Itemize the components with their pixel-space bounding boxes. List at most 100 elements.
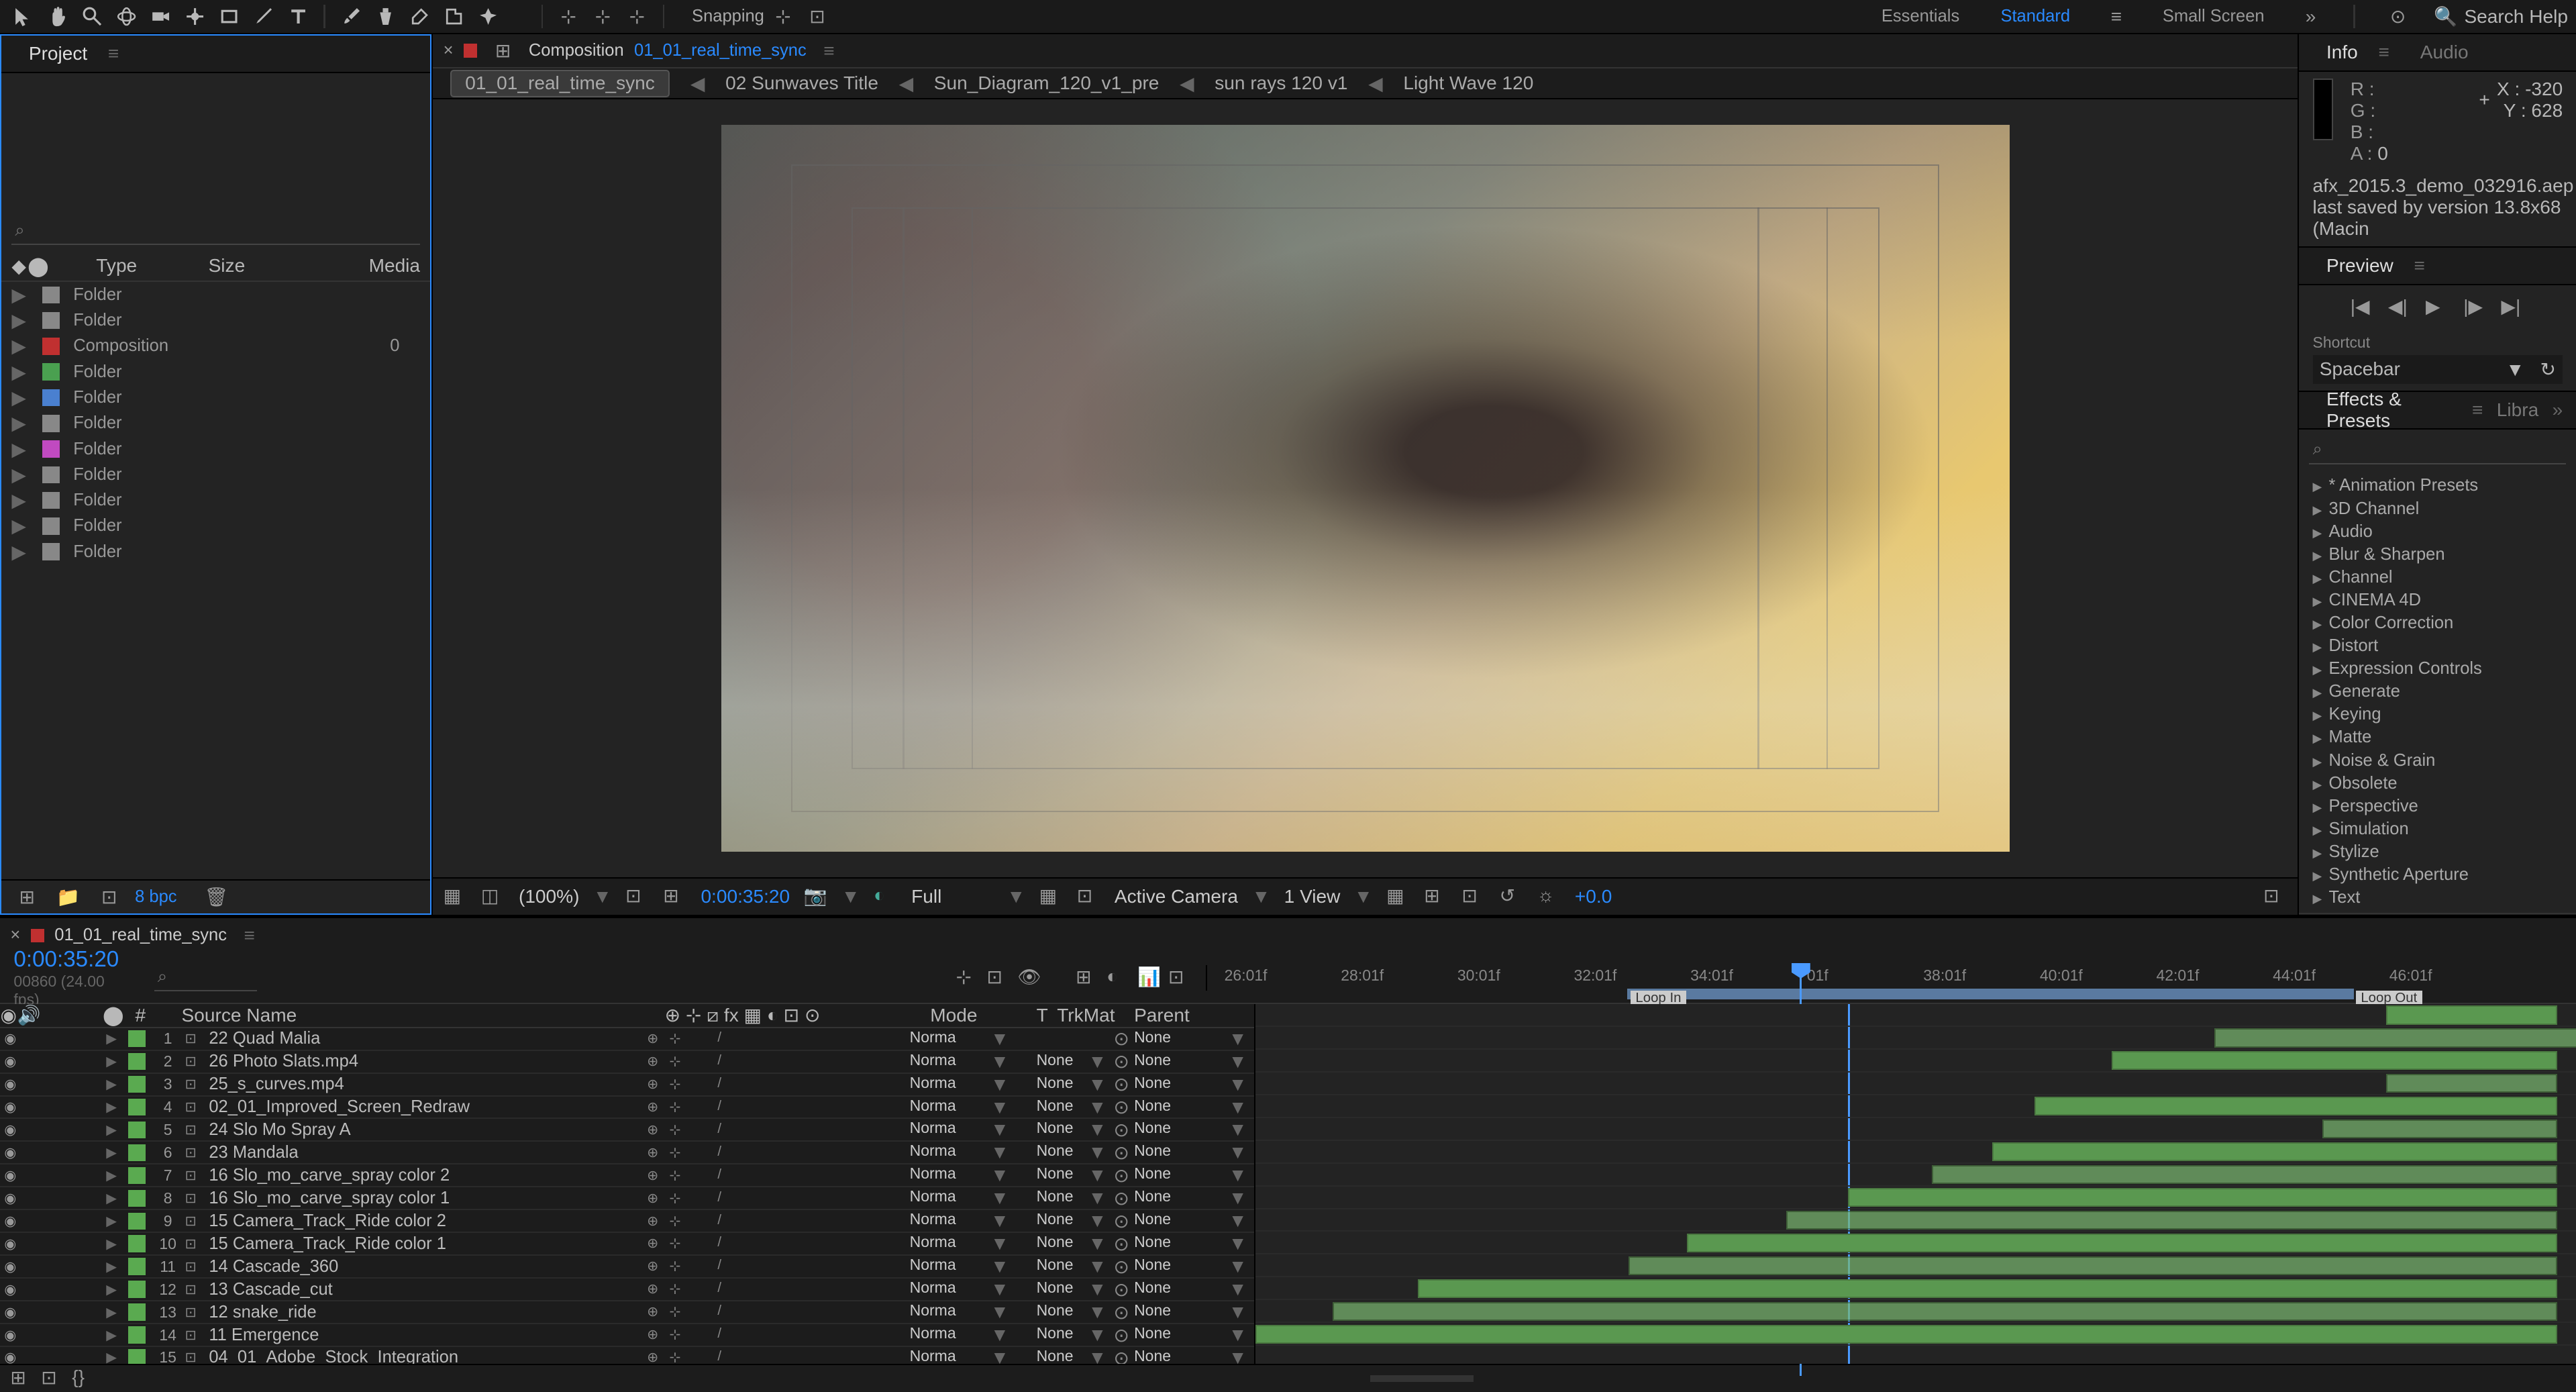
layer-row[interactable]: ◉ ▶ 10 ⊡ 15 Camera_Track_Ride color 1 ⊕⊹… [0, 1233, 1254, 1256]
project-item[interactable]: ▶Folder [1, 282, 430, 307]
comp-mini-flowchart-icon[interactable]: ⊹ [956, 966, 980, 990]
project-item[interactable]: ▶Folder [1, 385, 430, 410]
layer-row[interactable]: ◉ ▶ 11 ⊡ 14 Cascade_360 ⊕⊹/ Norma▼ None▼… [0, 1256, 1254, 1279]
new-comp-icon[interactable]: ⊡ [94, 882, 125, 913]
layer-bar[interactable] [1418, 1279, 2557, 1298]
delete-icon[interactable]: 🗑 [201, 882, 231, 913]
type-tool-icon[interactable] [282, 1, 313, 32]
layer-bar[interactable] [2386, 1074, 2557, 1093]
layer-row[interactable]: ◉ ▶ 12 ⊡ 13 Cascade_cut ⊕⊹/ Norma▼ None▼… [0, 1279, 1254, 1301]
viewer[interactable] [433, 99, 2298, 877]
view-layout-icon[interactable]: ▦ [1039, 885, 1064, 909]
comp-flowchart-icon[interactable]: ⊞ [488, 36, 519, 66]
snapshot-icon[interactable]: 📷 [804, 885, 828, 909]
timeline-zoom-slider[interactable] [1370, 1375, 1473, 1382]
brainstorm-icon[interactable]: ⊡ [1168, 966, 1192, 990]
graph-editor-icon[interactable]: 📊 [1137, 966, 1162, 990]
project-item[interactable]: ▶Folder [1, 462, 430, 487]
effect-category[interactable]: Matte [2299, 726, 2576, 749]
bpc-button[interactable]: 8 bpc [135, 887, 176, 907]
roto-brush-tool-icon[interactable] [438, 1, 469, 32]
time-ruler[interactable]: Loop In Loop Out 26:01f28:01f30:01f32:01… [1207, 965, 2576, 991]
effect-category[interactable]: Perspective [2299, 795, 2576, 817]
layer-bar[interactable] [2386, 1005, 2557, 1024]
reset-exposure-icon[interactable]: ↺ [1500, 885, 1524, 909]
effects-tab[interactable]: Effects & Presets [2313, 383, 2465, 436]
layer-row[interactable]: ◉ ▶ 4 ⊡ 02_01_Improved_Screen_Redraw ⊕⊹/… [0, 1097, 1254, 1120]
snapping-toggle-icon[interactable]: ⊹ [768, 1, 798, 32]
layer-bar[interactable] [2112, 1051, 2557, 1070]
view-count[interactable]: 1 View [1284, 886, 1341, 907]
effect-category[interactable]: Noise & Grain [2299, 749, 2576, 772]
always-preview-icon[interactable]: ▦ [444, 885, 468, 909]
effect-category[interactable]: Synthetic Aperture [2299, 863, 2576, 886]
layer-bars-area[interactable] [1254, 1004, 2576, 1364]
project-item[interactable]: ▶Folder [1, 487, 430, 513]
effect-category[interactable]: Blur & Sharpen [2299, 543, 2576, 566]
resolution[interactable]: Full [911, 886, 941, 907]
effect-category[interactable]: Channel [2299, 566, 2576, 589]
maximize-icon[interactable]: ⊡ [2263, 885, 2287, 909]
project-item[interactable]: ▶Folder [1, 539, 430, 564]
project-item[interactable]: ▶Folder [1, 436, 430, 462]
axis-local-icon[interactable]: ⊹ [553, 1, 584, 32]
zoom-level[interactable]: (100%) [519, 886, 580, 907]
layer-bar[interactable] [2322, 1120, 2557, 1138]
timeline-timecode[interactable]: 0:00:35:20 [0, 947, 137, 973]
snapping-label[interactable]: Snapping [692, 7, 764, 26]
exposure-icon[interactable]: ☼ [1537, 885, 1561, 909]
hand-tool-icon[interactable] [43, 1, 74, 32]
transparency-grid-icon[interactable]: ◫ [481, 885, 505, 909]
snapping-options-icon[interactable]: ⊡ [802, 1, 833, 32]
effect-category[interactable]: Generate [2299, 681, 2576, 703]
layer-bar[interactable] [1848, 1188, 2557, 1207]
layer-bar[interactable] [1687, 1234, 2557, 1252]
comp-panel-menu-icon[interactable]: ≡ [823, 40, 834, 62]
toggle-modes-icon[interactable]: ⊡ [41, 1366, 65, 1391]
zoom-tool-icon[interactable] [77, 1, 108, 32]
effect-category[interactable]: Audio [2299, 520, 2576, 543]
workspace-small-screen[interactable]: Small Screen [2153, 3, 2275, 30]
effect-category[interactable]: Keying [2299, 703, 2576, 726]
project-item[interactable]: ▶Folder [1, 411, 430, 436]
project-tab[interactable]: Project [15, 38, 101, 69]
pixel-aspect-icon[interactable]: ⊡ [1077, 885, 1101, 909]
project-item[interactable]: ▶Folder [1, 359, 430, 385]
project-item[interactable]: ▶Composition0 [1, 334, 430, 359]
effect-category[interactable]: * Animation Presets [2299, 475, 2576, 497]
libraries-tab[interactable]: Libra [2483, 394, 2552, 426]
effects-search-input[interactable] [2309, 436, 2566, 464]
effect-category[interactable]: Color Correction [2299, 611, 2576, 634]
col-size[interactable]: Size [209, 255, 369, 277]
flowchart-icon[interactable]: ⊡ [1461, 885, 1486, 909]
axis-view-icon[interactable]: ⊹ [621, 1, 652, 32]
layer-row[interactable]: ◉ ▶ 13 ⊡ 12 snake_ride ⊕⊹/ Norma▼ None▼ … [0, 1301, 1254, 1324]
effect-category[interactable]: Expression Controls [2299, 658, 2576, 681]
workspace-essentials[interactable]: Essentials [1871, 3, 1970, 30]
breadcrumb-item[interactable]: Sun_Diagram_120_v1_pre [934, 72, 1160, 94]
layer-bar[interactable] [1255, 1325, 2557, 1344]
breadcrumb-item[interactable]: sun rays 120 v1 [1215, 72, 1347, 94]
frame-blend-icon[interactable]: ⊞ [1076, 966, 1100, 990]
timeline-search-input[interactable] [154, 964, 257, 991]
exposure-value[interactable]: +0.0 [1575, 886, 1612, 907]
first-frame-icon[interactable]: |◀ [2351, 295, 2375, 316]
channel-icon[interactable]: ◐ [874, 885, 898, 909]
project-item[interactable]: ▶Folder [1, 513, 430, 539]
col-media[interactable]: Media [369, 255, 420, 277]
col-type[interactable]: Type [96, 255, 208, 277]
layer-row[interactable]: ◉ ▶ 15 ⊡ 04_01_Adobe_Stock_Integration ⊕… [0, 1347, 1254, 1364]
next-frame-icon[interactable]: |▶ [2463, 295, 2487, 316]
last-frame-icon[interactable]: ▶| [2501, 295, 2525, 316]
close-tab-icon[interactable]: × [444, 41, 454, 60]
layer-bar[interactable] [1992, 1142, 2557, 1161]
new-folder-icon[interactable]: 📁 [53, 882, 84, 913]
close-timeline-tab-icon[interactable]: × [10, 926, 20, 945]
selection-tool-icon[interactable] [9, 1, 40, 32]
play-icon[interactable]: ▶ [2426, 295, 2450, 316]
effect-category[interactable]: Distort [2299, 635, 2576, 658]
project-panel-menu-icon[interactable]: ≡ [108, 43, 119, 64]
shortcut-select[interactable]: Spacebar ▼ ↻ [2313, 355, 2563, 384]
sync-settings-icon[interactable]: ⊙ [2383, 1, 2414, 32]
timeline-icon[interactable]: ⊞ [1424, 885, 1448, 909]
